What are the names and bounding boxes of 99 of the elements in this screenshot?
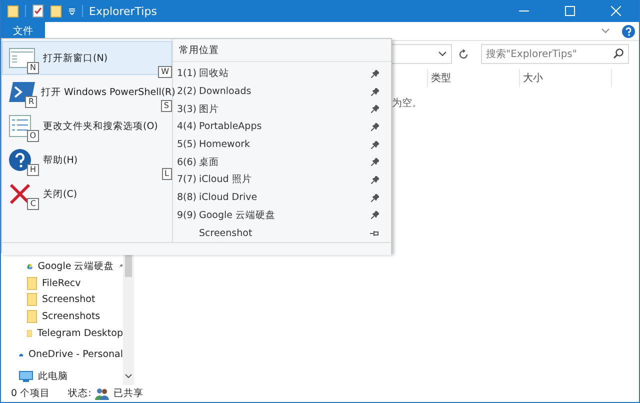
scrollbar-thumb[interactable] <box>125 253 132 277</box>
properties-icon[interactable] <box>32 4 44 18</box>
access-number: 8(8) <box>177 192 198 204</box>
recent-place[interactable]: 6(6) 桌面 <box>173 153 391 172</box>
menu-item-label: 更改文件夹和搜索选项(O) <box>43 120 158 132</box>
search-field[interactable]: 搜索"ExplorerTips" <box>481 44 629 64</box>
recent-place-name: Homework <box>199 139 252 150</box>
recent-place[interactable]: 4(4) PortableApps <box>173 118 391 136</box>
nav-label: FileRecv <box>42 278 81 289</box>
nav-label: Telegram Desktop <box>37 328 123 339</box>
help-icon <box>9 149 31 171</box>
key-tip: R <box>25 96 37 108</box>
help-icon[interactable] <box>622 24 635 38</box>
chevron-down-icon[interactable] <box>438 51 447 57</box>
nav-label: 此电脑 <box>38 370 68 384</box>
column-header[interactable]: 类型 <box>427 69 519 87</box>
access-number: 6(6) <box>177 156 198 168</box>
search-icon <box>613 48 624 59</box>
folder-icon <box>27 276 37 290</box>
maximize-icon <box>565 6 575 16</box>
nav-label: Screenshot <box>42 294 96 306</box>
recent-place[interactable]: 2(2) Downloads <box>173 82 391 100</box>
share-status: 已共享 <box>113 387 144 400</box>
window-title: ExplorerTips <box>89 4 157 18</box>
key-tip: W <box>158 66 172 78</box>
unpinned-icon[interactable] <box>370 230 379 237</box>
pin-icon[interactable] <box>371 211 379 220</box>
options-list-icon <box>9 115 31 137</box>
recent-place[interactable]: 9(9) Google 云端硬盘 <box>173 206 391 224</box>
access-number: 5(5) <box>177 139 198 150</box>
dropdown-icon[interactable] <box>68 7 76 15</box>
access-number: 2(2) <box>177 86 198 98</box>
pin-icon[interactable] <box>371 158 379 166</box>
recent-place-name: Downloads <box>199 86 252 98</box>
folder-icon <box>27 310 37 324</box>
nav-label: Screenshots <box>42 311 100 322</box>
folder-icon <box>27 293 37 306</box>
menu-item[interactable]: H 帮助(H) L <box>2 143 172 177</box>
recent-place-name: iCloud Drive <box>199 192 258 204</box>
nav-item[interactable]: Google 云端硬盘 <box>1 258 123 275</box>
access-number: 9(9) <box>177 210 198 221</box>
recent-place[interactable]: 5(5) Homework <box>173 136 391 154</box>
key-tip: N <box>27 62 39 74</box>
pin-icon[interactable] <box>371 122 379 131</box>
pin-icon[interactable] <box>371 105 379 114</box>
scroll-down-icon[interactable] <box>125 374 132 379</box>
nav-item[interactable]: FileRecv <box>1 274 123 292</box>
recent-places-heading: 常用位置 <box>173 39 391 62</box>
nav-item[interactable]: Screenshots <box>1 308 123 325</box>
menu-item-label: 打开新窗口(N) <box>43 52 108 64</box>
recent-place-name: 回收站 <box>199 67 230 80</box>
access-number: 3(3) <box>177 104 198 115</box>
recent-place-name: Screenshot <box>199 228 254 239</box>
pin-icon[interactable] <box>371 194 379 202</box>
pin-icon[interactable] <box>371 70 379 78</box>
key-tip: O <box>26 130 39 142</box>
access-number: 7(7) <box>177 174 198 186</box>
menu-item[interactable]: N 打开新窗口(N) W <box>2 41 172 75</box>
key-tip: L <box>162 168 172 180</box>
recent-place[interactable]: 3(3) 图片 <box>173 100 391 118</box>
computer-icon <box>19 371 33 382</box>
window-icon <box>9 48 35 68</box>
access-number: 4(4) <box>177 121 198 132</box>
key-tip: C <box>27 198 39 210</box>
key-tip: S <box>160 100 172 112</box>
key-tip: H <box>26 164 39 176</box>
nav-item[interactable]: Telegram Desktop <box>1 324 123 342</box>
nav-item[interactable]: 此电脑 <box>1 368 123 385</box>
access-number: 1(1) <box>177 68 198 80</box>
nav-label: OneDrive - Personal <box>28 349 123 360</box>
recent-place-name: 桌面 <box>199 156 220 169</box>
pin-icon[interactable] <box>371 140 379 149</box>
pin-icon[interactable] <box>371 88 379 96</box>
nav-label: Google 云端硬盘 <box>38 260 114 273</box>
recent-place[interactable]: Screenshot <box>173 224 391 242</box>
empty-folder-message: 为空。 <box>392 96 423 110</box>
people-icon <box>95 388 110 400</box>
powershell-icon <box>9 82 35 102</box>
recent-place-name: iCloud 照片 <box>199 173 253 186</box>
refresh-icon[interactable] <box>458 48 469 60</box>
status-label: 状态: <box>68 387 92 400</box>
close-icon <box>9 183 31 205</box>
nav-item[interactable]: OneDrive - Personal <box>1 346 123 364</box>
recent-place[interactable]: 7(7) iCloud 照片 <box>173 171 391 189</box>
menu-item[interactable]: O 更改文件夹和搜索选项(O) <box>2 109 172 143</box>
pin-icon[interactable] <box>371 176 379 184</box>
close-icon <box>611 6 621 16</box>
menu-item[interactable]: C 关闭(C) <box>2 177 172 211</box>
nav-item[interactable]: Screenshot <box>1 291 123 308</box>
new-folder-icon[interactable] <box>50 4 62 18</box>
recent-place-name: PortableApps <box>199 121 263 132</box>
recent-place[interactable]: 1(1) 回收站 <box>173 65 391 83</box>
recent-place-name: 图片 <box>199 102 220 116</box>
folder-icon[interactable] <box>7 4 19 18</box>
recent-place[interactable]: 8(8) iCloud Drive <box>173 188 391 206</box>
menu-item-label: 帮助(H) <box>43 154 78 166</box>
item-count: 0 个项目 <box>11 387 50 400</box>
menu-item-label: 关闭(C) <box>43 188 78 200</box>
recent-place-name: Google 云端硬盘 <box>199 208 277 222</box>
